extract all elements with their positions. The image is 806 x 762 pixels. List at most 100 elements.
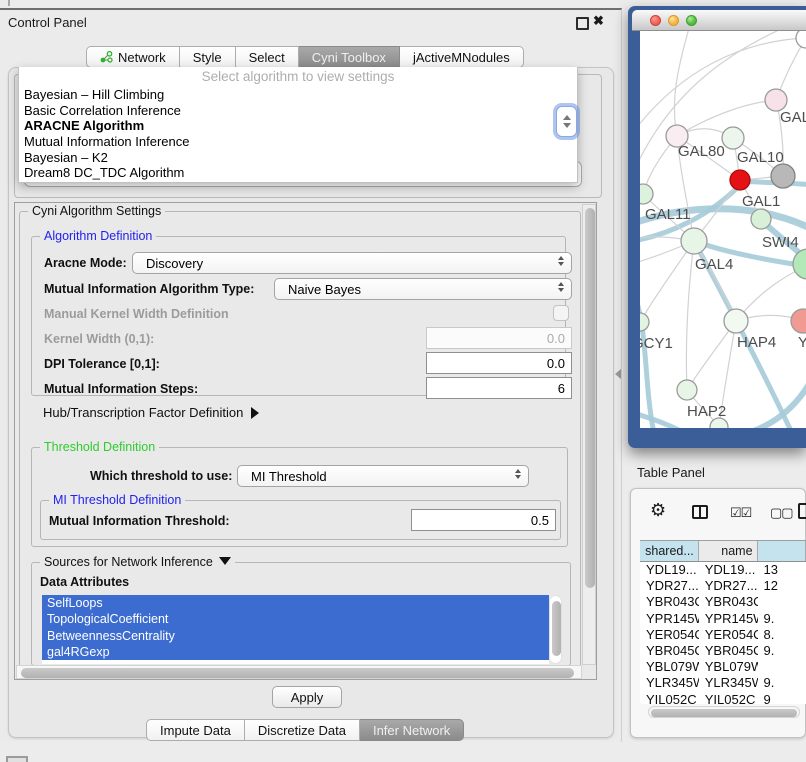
dropdown-item-mutual-information-inference[interactable]: Mutual Information Inference — [19, 134, 577, 150]
table-row[interactable]: YER054CYER054C8. — [640, 627, 806, 643]
dpi-tolerance-input[interactable] — [426, 352, 572, 374]
aracne-mode-combo[interactable]: Discovery — [132, 252, 572, 274]
tab-select[interactable]: Select — [236, 46, 299, 68]
gear-icon[interactable]: ⚙ — [650, 500, 666, 521]
table-row[interactable]: YBR045CYBR045C9. — [640, 643, 806, 659]
dropdown-placeholder: Select algorithm to view settings — [19, 67, 577, 87]
tab-label: Style — [193, 50, 222, 65]
table-row[interactable]: YDR27...YDR27...12 — [640, 578, 806, 594]
network-node-y[interactable] — [791, 309, 806, 333]
network-node-hap4[interactable] — [724, 309, 748, 333]
dropdown-item-dream8-dc-tdc-algorithm[interactable]: Dream8 DC_TDC Algorithm — [19, 165, 577, 181]
network-node[interactable] — [793, 249, 806, 279]
table-cell: YBR043C — [699, 594, 758, 610]
network-node[interactable] — [796, 31, 806, 48]
select-all-columns-icon[interactable]: ☑☑ — [730, 505, 751, 521]
manual-kernel-checkbox[interactable] — [553, 305, 569, 321]
network-edge[interactable] — [674, 31, 690, 136]
node-label: GAL10 — [737, 149, 784, 166]
settings-vscrollbar-thumb[interactable] — [585, 208, 595, 588]
split-columns-icon[interactable] — [692, 505, 708, 519]
tab-style[interactable]: Style — [180, 46, 236, 68]
tab-impute-data[interactable]: Impute Data — [146, 719, 245, 741]
column-header-2[interactable] — [758, 541, 806, 561]
table-cell: 8. — [758, 627, 806, 643]
sources-title[interactable]: Sources for Network Inference — [40, 555, 235, 569]
table-cell: YBL079W — [640, 659, 699, 675]
export-table-icon[interactable] — [798, 503, 806, 519]
tab-jactivemnodules[interactable]: jActiveMNodules — [400, 46, 524, 68]
node-table: shared...name YDL19...YDL19...13YDR27...… — [640, 540, 806, 704]
which-threshold-combo[interactable]: MI Threshold — [237, 465, 529, 487]
table-cell: YDL19... — [699, 562, 758, 578]
settings-vscrollbar[interactable] — [582, 204, 596, 665]
table-row[interactable]: YLR345WYLR345W9. — [640, 675, 806, 691]
deselect-all-columns-icon[interactable]: ▢▢ — [770, 505, 793, 521]
network-edge[interactable] — [687, 321, 736, 390]
kernel-width-input[interactable] — [426, 327, 572, 349]
attribute-item-selfloops[interactable]: SelfLoops — [42, 595, 549, 611]
tab-label: Network — [118, 50, 166, 65]
algorithm-combo-arrows[interactable] — [556, 106, 577, 137]
data-attributes-list[interactable]: SelfLoopsTopologicalCoefficientBetweenne… — [42, 595, 549, 664]
table-row[interactable]: YDL19...YDL19...13 — [640, 562, 806, 578]
network-edge[interactable] — [686, 241, 694, 390]
network-node-swi4[interactable] — [751, 209, 771, 229]
network-node-gal10[interactable] — [722, 127, 744, 149]
tab-cyni-toolbox[interactable]: Cyni Toolbox — [299, 46, 400, 68]
network-node-gal1[interactable] — [730, 170, 750, 190]
table-cell: YPR145W — [640, 611, 699, 627]
close-icon[interactable]: ✖ — [593, 13, 604, 29]
table-hscrollbar[interactable] — [648, 706, 800, 718]
dropdown-item-basic-correlation-inference[interactable]: Basic Correlation Inference — [19, 103, 577, 119]
column-header-shared[interactable]: shared... — [640, 541, 699, 561]
dropdown-item-bayesian-k2[interactable]: Bayesian – K2 — [19, 150, 577, 166]
list-scrollbar-thumb[interactable] — [552, 601, 561, 656]
table-row[interactable]: YPR145WYPR145W9. — [640, 611, 806, 627]
mi-threshold-input[interactable] — [411, 509, 556, 531]
mi-steps-input[interactable] — [426, 377, 572, 399]
table-cell: YBR045C — [699, 643, 758, 659]
mi-type-combo[interactable]: Naive Bayes — [274, 278, 572, 300]
network-node[interactable] — [771, 164, 795, 188]
settings-hscrollbar-thumb[interactable] — [21, 668, 574, 678]
table-cell: YLR345W — [640, 675, 699, 691]
table-row[interactable]: YIL052CYIL052C9 — [640, 692, 806, 705]
table-hscrollbar-thumb[interactable] — [651, 709, 797, 717]
attribute-item-gal4rgexp[interactable]: gal4RGexp — [42, 644, 549, 660]
attribute-item-betweennesscentrality[interactable]: BetweennessCentrality — [42, 628, 549, 644]
table-hscrollbar-track[interactable] — [648, 706, 800, 718]
table-cell: YBR043C — [640, 594, 699, 610]
panel-corner-button[interactable] — [6, 756, 28, 762]
settings-hscrollbar[interactable] — [16, 665, 582, 679]
table-cell: 12 — [758, 578, 806, 594]
network-canvas[interactable]: GALGAL80GAL10GAL1GAL11SWI4GAL4GCY1HAP4YH… — [640, 31, 806, 428]
network-node-gal4[interactable] — [681, 228, 707, 254]
zoom-window-icon[interactable] — [686, 15, 697, 26]
list-scrollbar[interactable] — [549, 595, 562, 664]
node-label: HAP2 — [687, 403, 726, 420]
network-node-hap2[interactable] — [677, 380, 697, 400]
network-window-titlebar[interactable] — [632, 10, 806, 31]
network-node-gal[interactable] — [765, 89, 787, 111]
network-edge[interactable] — [640, 241, 694, 322]
combo-arrows-icon — [558, 256, 564, 266]
dropdown-item-aracne-algorithm[interactable]: ARACNE Algorithm — [19, 118, 577, 134]
tab-network[interactable]: Network — [86, 46, 180, 68]
attribute-item-topologicalcoefficient[interactable]: TopologicalCoefficient — [42, 611, 549, 627]
network-node-gcy1[interactable] — [640, 313, 649, 331]
column-header-name[interactable]: name — [699, 541, 758, 561]
hub-definition-expander[interactable]: Hub/Transcription Factor Definition — [43, 405, 259, 420]
table-panel-title: Table Panel — [637, 465, 705, 480]
minimize-window-icon[interactable] — [668, 15, 679, 26]
group-title: Algorithm Definition — [40, 229, 156, 243]
close-window-icon[interactable] — [650, 15, 661, 26]
tab-discretize-data[interactable]: Discretize Data — [245, 719, 360, 741]
float-panel-icon[interactable] — [576, 17, 589, 30]
panel-splitter-grip[interactable] — [615, 369, 621, 379]
apply-button[interactable]: Apply — [272, 686, 342, 708]
dropdown-item-bayesian-hill-climbing[interactable]: Bayesian – Hill Climbing — [19, 87, 577, 103]
table-row[interactable]: YBL079WYBL079W — [640, 659, 806, 675]
tab-infer-network[interactable]: Infer Network — [360, 719, 464, 741]
table-row[interactable]: YBR043CYBR043C — [640, 594, 806, 610]
